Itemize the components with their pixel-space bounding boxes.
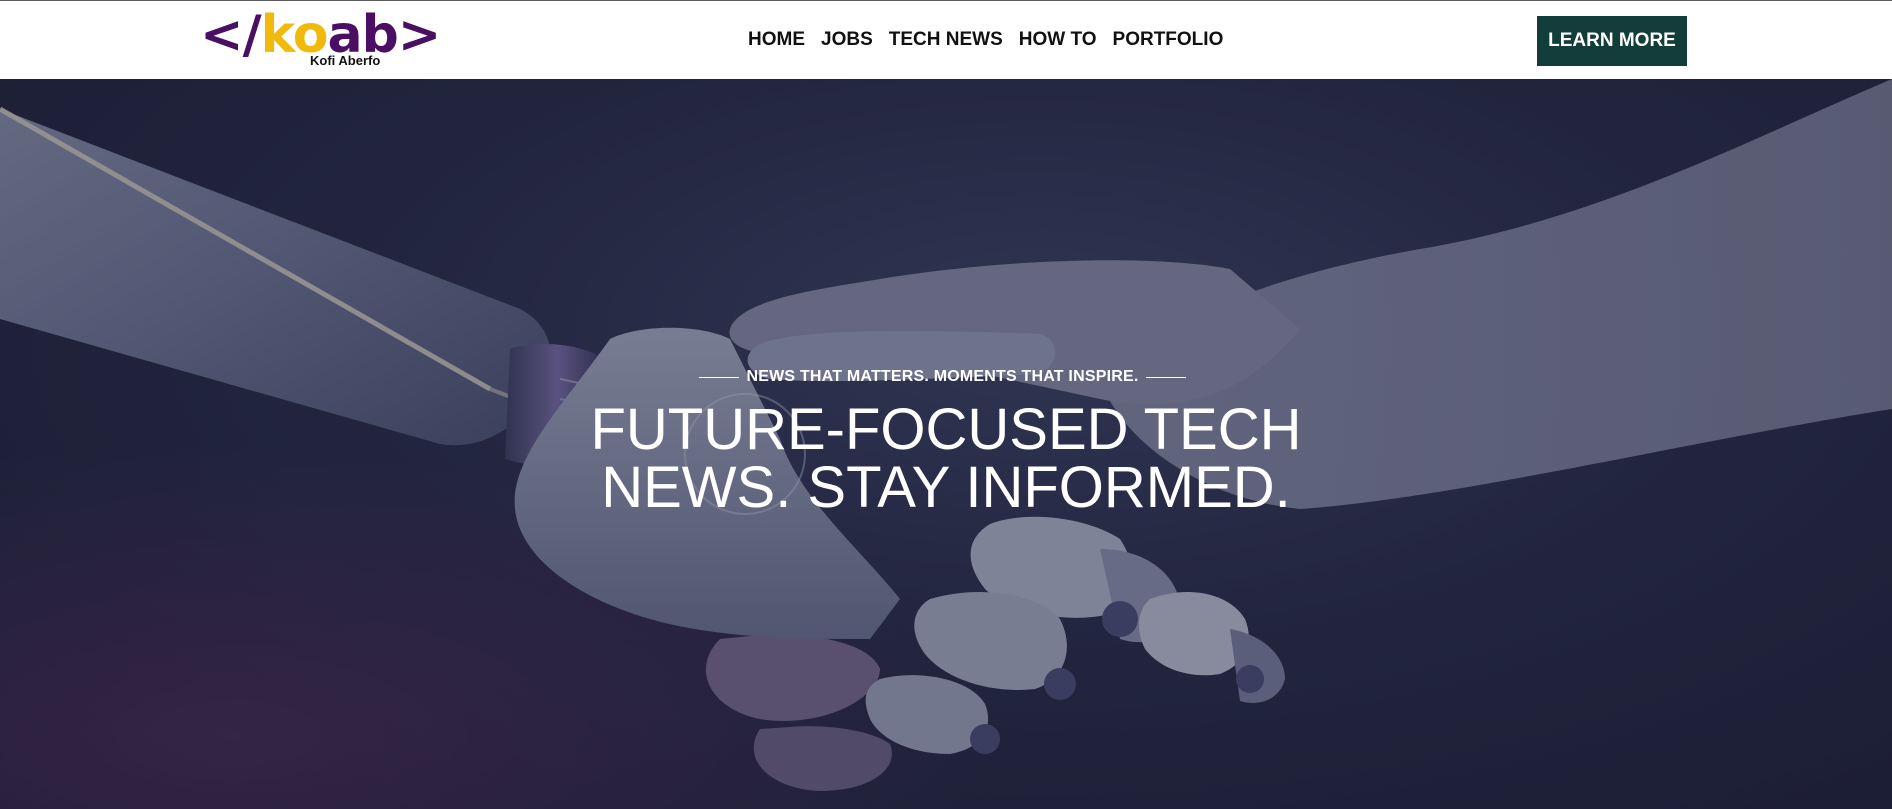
eyebrow-line-right bbox=[1146, 376, 1187, 378]
logo-close-bracket: > bbox=[397, 5, 442, 65]
nav-item-jobs[interactable]: JOBS bbox=[821, 29, 873, 51]
hero-headline: FUTURE-FOCUSED TECH NEWS. STAY INFORMED. bbox=[520, 401, 1372, 517]
main-nav: HOME JOBS TECH NEWS HOW TO PORTFOLIO bbox=[748, 29, 1239, 51]
learn-more-button[interactable]: LEARN MORE bbox=[1537, 16, 1687, 66]
nav-item-tech-news[interactable]: TECH NEWS bbox=[889, 29, 1003, 51]
nav-item-portfolio[interactable]: PORTFOLIO bbox=[1113, 29, 1224, 51]
hero-section: NEWS THAT MATTERS. MOMENTS THAT INSPIRE.… bbox=[0, 79, 1892, 809]
hero-eyebrow-text: NEWS THAT MATTERS. MOMENTS THAT INSPIRE. bbox=[746, 368, 1139, 385]
site-logo[interactable]: </koab> Kofi Aberfo bbox=[200, 9, 441, 71]
page: </koab> Kofi Aberfo HOME JOBS TECH NEWS … bbox=[0, 0, 1892, 809]
hero-headline-line2: NEWS. STAY INFORMED. bbox=[601, 455, 1291, 520]
site-header: </koab> Kofi Aberfo HOME JOBS TECH NEWS … bbox=[0, 0, 1892, 79]
hero-eyebrow: NEWS THAT MATTERS. MOMENTS THAT INSPIRE. bbox=[690, 367, 1195, 387]
hero-headline-line1: FUTURE-FOCUSED TECH bbox=[590, 397, 1302, 462]
logo-tagline: Kofi Aberfo bbox=[310, 53, 381, 68]
nav-item-how-to[interactable]: HOW TO bbox=[1019, 29, 1097, 51]
eyebrow-line-left bbox=[698, 376, 739, 378]
logo-open-bracket: </ bbox=[200, 5, 262, 65]
nav-item-home[interactable]: HOME bbox=[748, 29, 805, 51]
